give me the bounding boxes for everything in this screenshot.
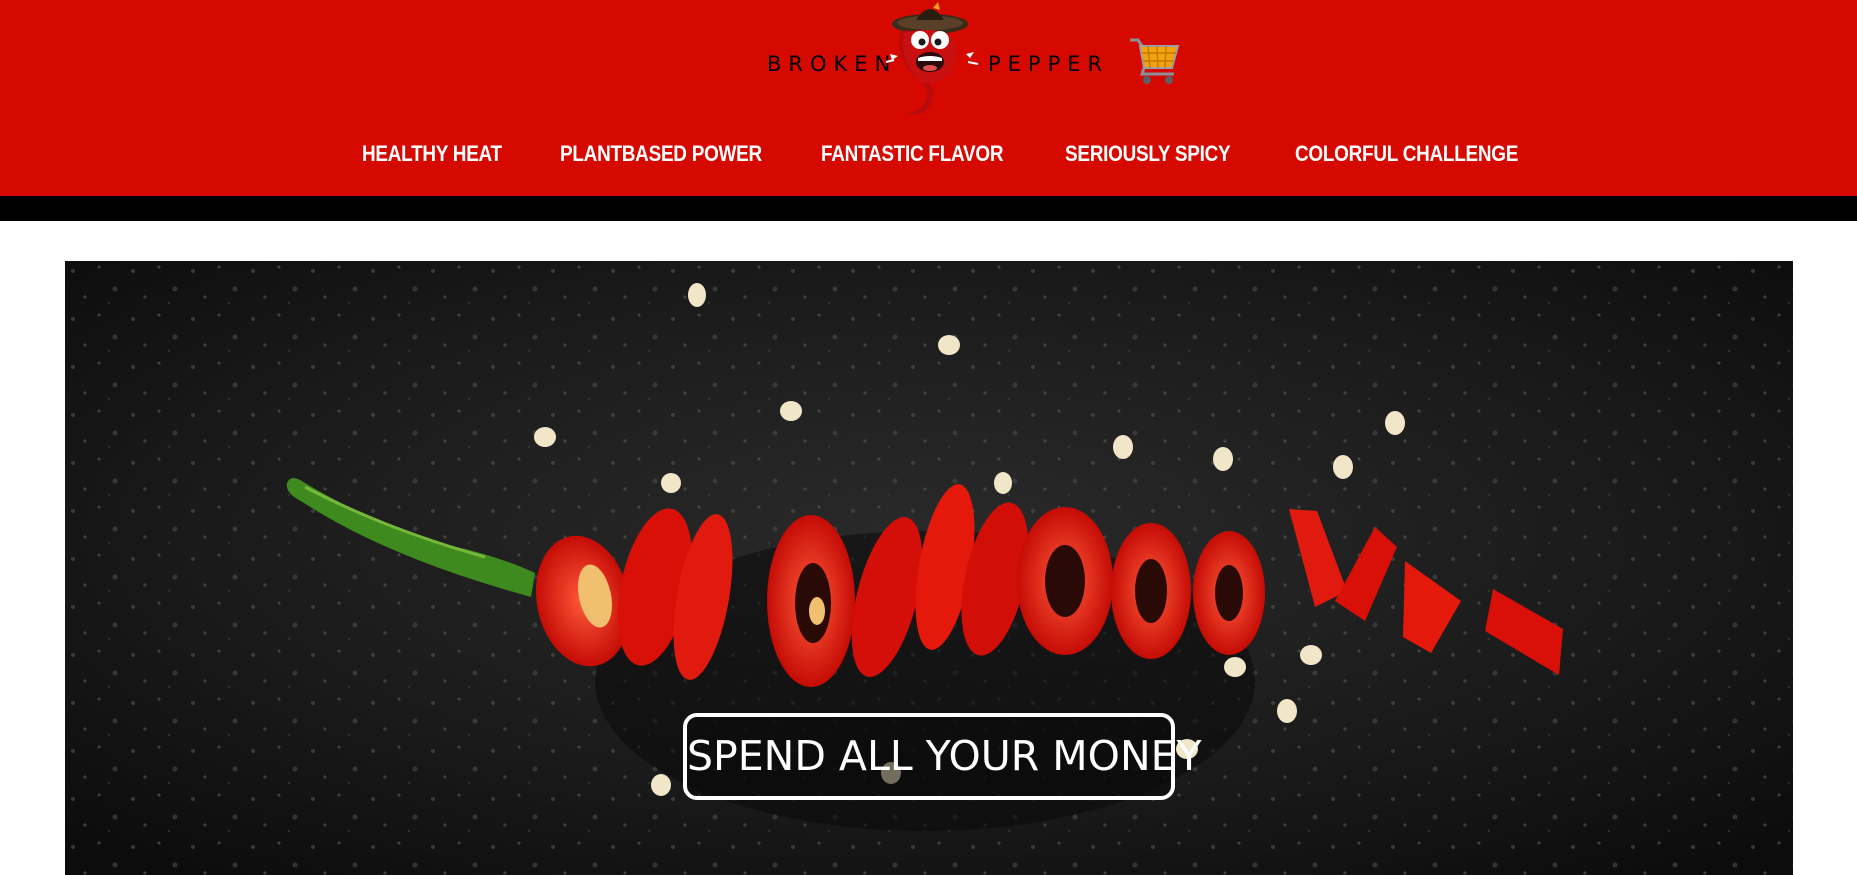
nav-item-fantastic-flavor[interactable]: FANTASTIC FLAVOR <box>821 136 1004 172</box>
nav-item-colorful-challenge[interactable]: COLORFUL CHALLENGE <box>1295 136 1518 172</box>
site-header: BROKEN PEPPER HEALTHY HEAT PLANTBASED PO… <box>0 0 1857 196</box>
brand-logo-link[interactable]: BROKEN PEPPER <box>760 0 1102 120</box>
cart-button[interactable] <box>1128 34 1182 86</box>
nav-item-plantbased-power[interactable]: PLANTBASED POWER <box>560 136 762 172</box>
nav-item-healthy-heat[interactable]: HEALTHY HEAT <box>362 136 502 172</box>
main-nav: HEALTHY HEAT PLANTBASED POWER FANTASTIC … <box>0 136 1857 172</box>
header-divider-bar <box>0 196 1857 221</box>
nav-item-seriously-spicy[interactable]: SERIOUSLY SPICY <box>1065 136 1231 172</box>
spend-money-button[interactable]: SPEND ALL YOUR MONEY <box>683 713 1202 800</box>
brand-word-right: PEPPER <box>988 52 1110 76</box>
chili-pepper-mascot-icon <box>885 2 979 115</box>
shopping-cart-icon <box>1130 38 1180 84</box>
hero-banner: SPEND ALL YOUR MONEY <box>65 261 1793 875</box>
